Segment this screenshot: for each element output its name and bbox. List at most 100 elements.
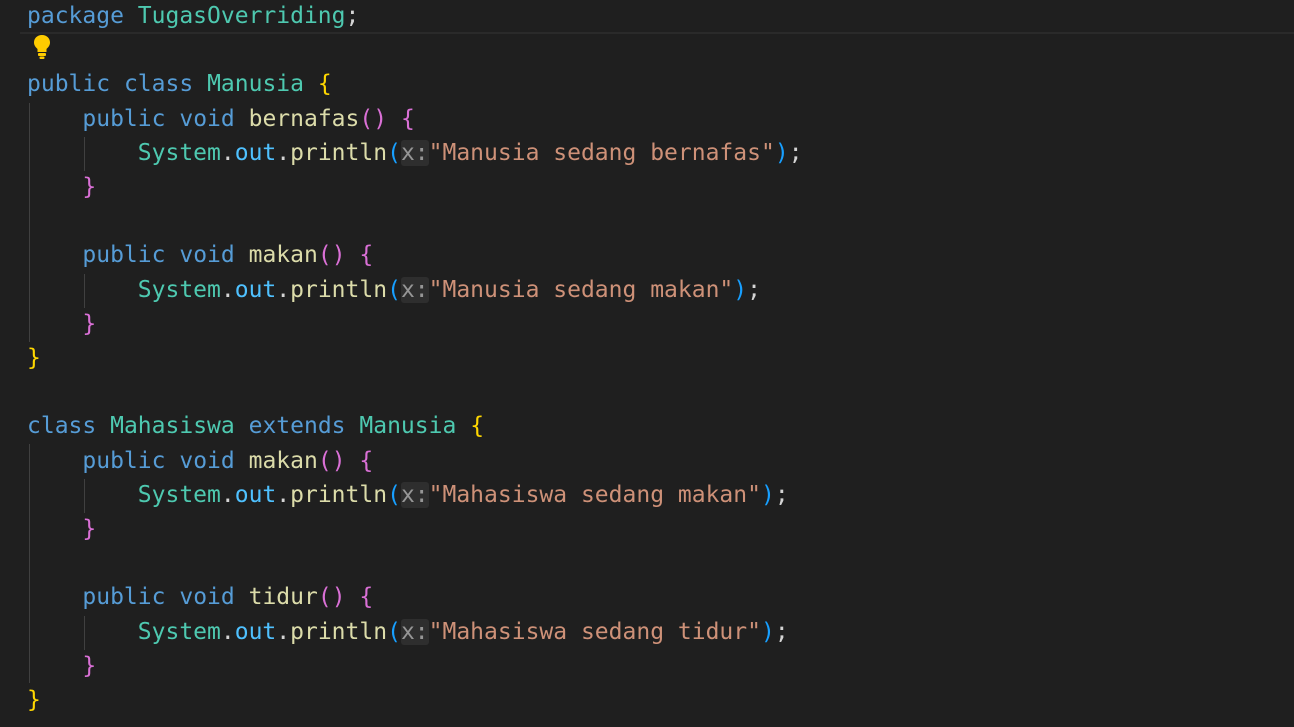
inlay-hint: x: xyxy=(400,618,429,645)
code-token: . xyxy=(276,276,291,303)
code-line[interactable]: public class Manusia { xyxy=(27,67,332,101)
code-token: Manusia xyxy=(207,71,304,98)
inlay-hint: x: xyxy=(400,139,429,166)
code-token: ) xyxy=(774,139,789,166)
code-line[interactable]: } xyxy=(27,649,96,683)
code-token: ; xyxy=(788,139,803,166)
code-line[interactable]: package TugasOverriding; xyxy=(27,0,359,33)
code-token: . xyxy=(220,481,235,508)
code-token: Manusia xyxy=(359,413,457,440)
code-token: bernafas xyxy=(248,105,360,132)
code-token: out xyxy=(234,276,277,303)
code-line[interactable]: } xyxy=(27,512,96,546)
code-token: { xyxy=(400,105,415,132)
code-token: ) xyxy=(760,618,775,645)
code-token: void xyxy=(179,447,235,474)
code-editor[interactable]: package TugasOverriding; public class Man… xyxy=(0,0,1294,727)
code-token: extends xyxy=(248,413,346,440)
code-line[interactable]: } xyxy=(27,341,41,375)
code-token: "Manusia sedang bernafas" xyxy=(428,139,775,166)
code-line[interactable]: public void tidur() { xyxy=(27,580,373,614)
code-token: () xyxy=(317,447,346,474)
code-line[interactable]: System.out.println(x:"Manusia sedang ber… xyxy=(27,136,803,170)
code-token: { xyxy=(359,242,374,269)
code-line[interactable]: public void makan() { xyxy=(27,238,373,272)
inlay-hint: x: xyxy=(400,481,429,508)
code-token: . xyxy=(276,139,291,166)
code-token: "Manusia sedang makan" xyxy=(428,276,734,303)
code-token: . xyxy=(220,618,235,645)
code-token: System xyxy=(137,276,221,303)
code-token: ( xyxy=(387,139,401,166)
code-line[interactable]: public void makan() { xyxy=(27,444,373,478)
code-token: () xyxy=(359,105,388,132)
code-token: . xyxy=(220,276,235,303)
code-token: . xyxy=(220,139,235,166)
code-line[interactable]: class Mahasiswa extends Manusia { xyxy=(27,409,484,443)
lightbulb-icon[interactable] xyxy=(33,34,51,60)
code-token: Mahasiswa xyxy=(110,413,235,440)
code-token: out xyxy=(234,481,277,508)
code-token: ; xyxy=(774,481,789,508)
code-token: public xyxy=(82,242,166,269)
code-token: } xyxy=(27,345,41,371)
code-token: out xyxy=(234,139,277,166)
code-token: } xyxy=(82,516,97,542)
code-token: ( xyxy=(387,481,401,508)
code-line[interactable]: public void bernafas() { xyxy=(27,102,415,136)
code-token: { xyxy=(359,447,374,474)
code-token: public xyxy=(82,584,166,611)
code-line[interactable]: System.out.println(x:"Mahasiswa sedang m… xyxy=(27,478,789,512)
code-token: TugasOverriding xyxy=(137,3,346,29)
code-token: } xyxy=(82,174,97,200)
code-token: "Mahasiswa sedang makan" xyxy=(428,481,761,508)
code-line[interactable]: } xyxy=(27,170,96,204)
code-token: } xyxy=(82,310,97,337)
code-token: println xyxy=(290,618,388,645)
code-token: () xyxy=(317,242,346,269)
code-token: ( xyxy=(387,276,401,303)
code-line[interactable]: System.out.println(x:"Mahasiswa sedang t… xyxy=(27,615,789,649)
code-line[interactable]: } xyxy=(27,683,41,717)
code-token: println xyxy=(290,481,388,508)
code-token: } xyxy=(82,652,97,679)
code-token: public xyxy=(82,447,166,474)
code-token: class xyxy=(27,413,97,440)
code-token: () xyxy=(317,584,346,611)
code-line[interactable]: } xyxy=(27,307,96,341)
code-line[interactable]: System.out.println(x:"Manusia sedang mak… xyxy=(27,273,761,307)
code-token: System xyxy=(137,481,221,508)
code-token: "Mahasiswa sedang tidur" xyxy=(428,618,761,645)
code-token: } xyxy=(27,687,41,713)
code-token: println xyxy=(290,276,388,303)
code-token: println xyxy=(290,139,388,166)
